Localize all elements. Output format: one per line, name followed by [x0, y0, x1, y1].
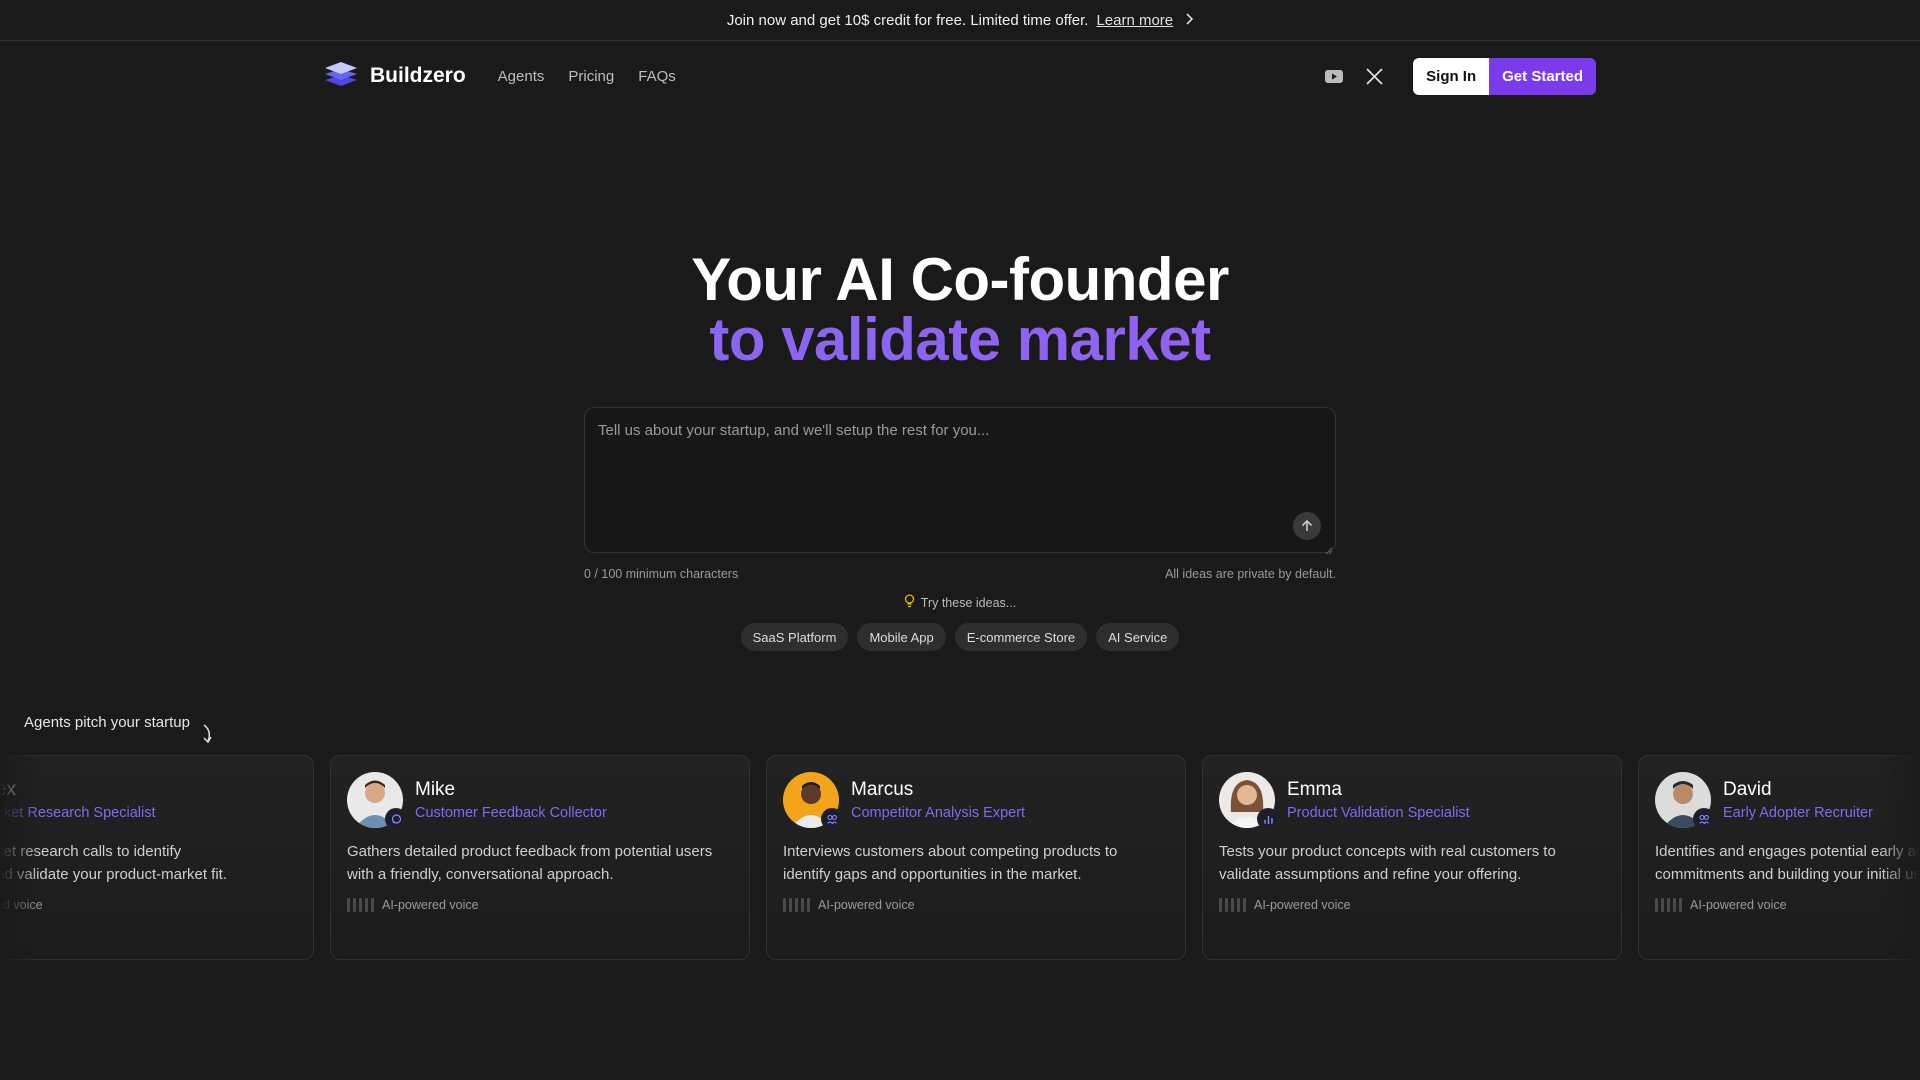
hero-title: Your AI Co-founder to validate market: [0, 250, 1920, 370]
agent-description-line: Gathers detailed product feedback from p…: [347, 843, 713, 860]
resize-handle[interactable]: [1325, 542, 1333, 555]
privacy-note: All ideas are private by default.: [1165, 567, 1336, 581]
curved-arrow-icon: [200, 723, 216, 750]
learn-more-link[interactable]: Learn more: [1096, 12, 1173, 29]
agent-name: Mike: [415, 779, 456, 800]
hero: Your AI Co-founder to validate market: [0, 250, 1920, 370]
agent-name: Marcus: [851, 779, 914, 800]
agent-role: Competitor Analysis Expert: [851, 805, 1026, 821]
agent-description: In-depth market research calls to identi…: [0, 840, 297, 886]
agent-card-david[interactable]: David Early Adopter Recruiter Identifies…: [1638, 755, 1920, 960]
agent-card-alex[interactable]: Alex Market Research Specialist In-depth…: [0, 755, 314, 960]
idea-chip-mobile[interactable]: Mobile App: [857, 623, 946, 651]
nav-link-faqs[interactable]: FAQs: [638, 68, 676, 85]
agent-description: Identifies and engages potential early a…: [1655, 840, 1920, 886]
users-icon: [821, 808, 843, 830]
avatar: [1655, 772, 1715, 830]
hero-title-line1: Your AI Co-founder: [691, 246, 1229, 313]
chat-bubble-icon: [385, 808, 407, 830]
agent-description-line: identify gaps and opportunities in the m…: [783, 866, 1082, 883]
voice-label: AI-powered voice: [0, 898, 43, 912]
agent-description-line: Tests your product concepts with real cu…: [1219, 843, 1556, 860]
audio-bars-icon: [347, 898, 374, 912]
agents-section-label: Agents pitch your startup: [24, 714, 190, 731]
nav-link-pricing[interactable]: Pricing: [568, 68, 614, 85]
youtube-icon[interactable]: [1321, 63, 1347, 89]
avatar: [1219, 772, 1279, 830]
agents-carousel[interactable]: Alex Market Research Specialist In-depth…: [0, 755, 1920, 960]
x-icon[interactable]: [1361, 63, 1387, 89]
agent-description: Tests your product concepts with real cu…: [1219, 840, 1605, 886]
audio-bars-icon: [783, 898, 810, 912]
agent-role: Customer Feedback Collector: [415, 805, 607, 821]
agent-card-marcus[interactable]: Marcus Competitor Analysis Expert Interv…: [766, 755, 1186, 960]
voice-indicator: AI-powered voice: [783, 898, 1169, 912]
audio-bars-icon: [1219, 898, 1246, 912]
audio-bars-icon: [1655, 898, 1682, 912]
top-nav: Buildzero Agents Pricing FAQs Sign In Ge…: [0, 41, 1920, 111]
sign-in-button[interactable]: Sign In: [1413, 57, 1490, 95]
idea-chips: SaaS Platform Mobile App E-commerce Stor…: [0, 623, 1920, 651]
idea-chip-ecommerce[interactable]: E-commerce Store: [954, 623, 1088, 651]
voice-label: AI-powered voice: [1690, 898, 1787, 912]
voice-indicator: AI-powered voice: [0, 898, 297, 912]
brand-logo[interactable]: Buildzero: [324, 61, 466, 92]
users-icon: [1693, 808, 1715, 830]
agent-description: Interviews customers about competing pro…: [783, 840, 1169, 886]
voice-label: AI-powered voice: [382, 898, 479, 912]
arrow-up-icon: [1301, 519, 1313, 531]
hero-title-line2: to validate market: [0, 310, 1920, 370]
brand-name: Buildzero: [370, 64, 466, 87]
voice-indicator: AI-powered voice: [1219, 898, 1605, 912]
ideas-label: Try these ideas...: [0, 594, 1920, 611]
startup-prompt-box: [584, 407, 1336, 555]
char-count: 0 / 100 minimum characters: [584, 567, 739, 581]
agent-card-mike[interactable]: Mike Customer Feedback Collector Gathers…: [330, 755, 750, 960]
agent-description-line: validate assumptions and refine your off…: [1219, 866, 1522, 883]
idea-chip-saas[interactable]: SaaS Platform: [740, 623, 849, 651]
idea-chip-ai-service[interactable]: AI Service: [1096, 623, 1180, 651]
agent-description-line: In-depth market research calls to identi…: [0, 843, 182, 860]
startup-description-input[interactable]: [585, 408, 1335, 552]
voice-indicator: AI-powered voice: [1655, 898, 1920, 912]
bar-chart-icon: [1257, 808, 1279, 830]
voice-indicator: AI-powered voice: [347, 898, 733, 912]
agent-role: Product Validation Specialist: [1287, 805, 1470, 821]
agent-card-emma[interactable]: Emma Product Validation Specialist Tests…: [1202, 755, 1622, 960]
voice-label: AI-powered voice: [1254, 898, 1351, 912]
agent-role: Early Adopter Recruiter: [1723, 805, 1873, 821]
submit-button[interactable]: [1293, 512, 1321, 540]
voice-label: AI-powered voice: [818, 898, 915, 912]
lightbulb-icon: [904, 594, 915, 611]
chevron-right-icon[interactable]: [1185, 12, 1194, 28]
get-started-button[interactable]: Get Started: [1489, 57, 1596, 95]
prompt-meta: 0 / 100 minimum characters All ideas are…: [584, 567, 1336, 581]
nav-link-agents[interactable]: Agents: [498, 68, 545, 85]
agent-name: Emma: [1287, 779, 1342, 800]
agent-description-line: commitments and building your initial us…: [1655, 866, 1920, 883]
layers-logo-icon: [324, 61, 358, 92]
agent-name: Alex: [0, 779, 16, 800]
promo-banner: Join now and get 10$ credit for free. Li…: [0, 0, 1920, 41]
avatar: [347, 772, 407, 830]
promo-text: Join now and get 10$ credit for free. Li…: [726, 11, 1089, 29]
agent-description-line: Interviews customers about competing pro…: [783, 843, 1118, 860]
agent-description-line: with a friendly, conversational approach…: [347, 866, 614, 883]
avatar: [783, 772, 843, 830]
agent-description: Gathers detailed product feedback from p…: [347, 840, 733, 886]
agent-description-line: pain points and validate your product-ma…: [0, 866, 228, 883]
agent-name: David: [1723, 779, 1772, 800]
ideas-label-text: Try these ideas...: [920, 595, 1017, 610]
agent-description-line: Identifies and engages potential early a…: [1655, 843, 1920, 860]
agent-role: Market Research Specialist: [0, 805, 156, 821]
